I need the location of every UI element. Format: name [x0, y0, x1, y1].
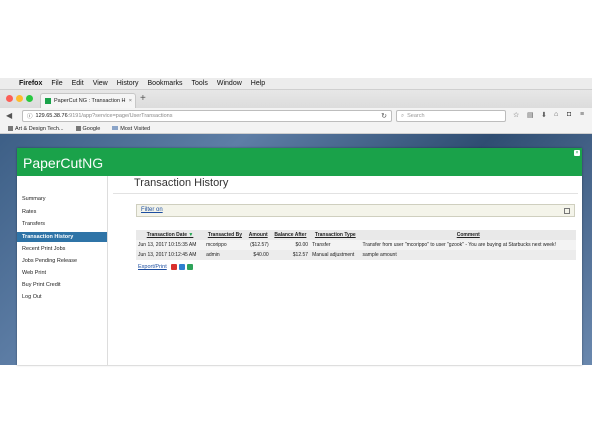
page-title: Transaction History	[134, 177, 229, 189]
bookmark-google[interactable]: Google	[75, 125, 101, 132]
table-header-row: Transaction Date ▼ Transacted By Amount …	[136, 230, 576, 240]
cell-date: Jun 13, 2017 10:12:45 AM	[136, 250, 205, 260]
bookmark-art-design[interactable]: Art & Design Tech...	[8, 126, 64, 132]
search-input[interactable]: ⌕ Search	[396, 110, 506, 122]
table-row: Jun 13, 2017 10:15:35 AM mcorippo ($12.5…	[136, 240, 576, 250]
cell-type: Transfer	[310, 240, 361, 250]
logo-suffix: NG	[82, 155, 104, 171]
bookmark-label: Art & Design Tech...	[15, 125, 64, 132]
header-close-icon[interactable]: ×	[574, 150, 580, 156]
col-amount[interactable]: Amount	[245, 230, 271, 240]
csv-export-icon[interactable]	[187, 264, 193, 270]
url-field[interactable]: ⓘ 129.65.38.76:9191/app?service=page/Use…	[22, 110, 392, 122]
html-export-icon[interactable]	[179, 264, 185, 270]
cell-comment: Transfer from user "mcorippo" to user "g…	[360, 240, 576, 250]
new-tab-button[interactable]: +	[140, 93, 146, 104]
bookmark-label: Most Visited	[120, 125, 151, 132]
tab-title: PaperCut NG : Transaction H	[54, 98, 126, 104]
cell-user: admin	[204, 250, 246, 260]
menu-help[interactable]: Help	[251, 80, 265, 87]
info-icon[interactable]: ⓘ	[27, 112, 33, 120]
filter-on-link[interactable]: Filter on	[141, 207, 163, 213]
bookmark-favicon-icon	[8, 125, 13, 131]
sidebar-item-transfers[interactable]: Transfers	[22, 221, 45, 227]
menu-file[interactable]: File	[51, 80, 62, 87]
tab-papercut[interactable]: PaperCut NG : Transaction H ×	[40, 93, 136, 108]
close-window-icon[interactable]	[6, 95, 13, 102]
sidebar-item-rates[interactable]: Rates	[22, 209, 36, 215]
col-transacted-by[interactable]: Transacted By	[204, 230, 246, 240]
cell-balance: $12.57	[270, 250, 311, 260]
filter-toggle-icon[interactable]	[564, 208, 570, 214]
search-placeholder: Search	[407, 113, 425, 119]
home-icon[interactable]: ⌂	[554, 111, 558, 118]
title-divider	[113, 193, 578, 194]
navigation-bar: ◀ ⓘ 129.65.38.76:9191/app?service=page/U…	[0, 108, 592, 125]
menu-window[interactable]: Window	[217, 80, 242, 87]
pocket-icon[interactable]: ◘	[567, 111, 571, 118]
tab-bar: PaperCut NG : Transaction H × +	[0, 90, 592, 109]
bookmarks-bar: Art & Design Tech... Google Most Visited	[0, 124, 592, 134]
zoom-window-icon[interactable]	[26, 95, 33, 102]
cell-amount: $40.00	[245, 250, 271, 260]
papercut-page: PaperCutNG × Summary Rates Transfers Tra…	[17, 148, 582, 365]
bookmark-most-visited[interactable]: Most Visited	[112, 126, 150, 132]
menu-app-firefox[interactable]: Firefox	[19, 80, 42, 87]
reload-icon[interactable]: ↻	[381, 112, 387, 120]
reading-list-icon[interactable]: ▤	[527, 111, 534, 119]
google-favicon-icon	[75, 125, 81, 131]
papercut-favicon-icon	[45, 98, 51, 104]
cell-date: Jun 13, 2017 10:15:35 AM	[136, 240, 205, 250]
sidebar-item-jobs-pending-release[interactable]: Jobs Pending Release	[22, 258, 77, 264]
cell-type: Manual adjustment	[310, 250, 361, 260]
col-transaction-date[interactable]: Transaction Date ▼	[136, 230, 205, 240]
header-label: Transaction Date	[146, 232, 188, 238]
col-transaction-type[interactable]: Transaction Type	[310, 230, 361, 240]
sort-down-icon: ▼	[188, 232, 194, 238]
sidebar-item-summary[interactable]: Summary	[22, 196, 46, 202]
url-host: 129.65.38.76	[35, 113, 68, 119]
menu-bookmarks[interactable]: Bookmarks	[148, 80, 183, 87]
menu-icon[interactable]: ≡	[580, 111, 584, 118]
sidebar-item-buy-print-credit[interactable]: Buy Print Credit	[22, 282, 61, 288]
cell-amount: ($12.57)	[245, 240, 271, 250]
filter-panel: Filter on	[136, 204, 575, 217]
pdf-export-icon[interactable]	[171, 264, 177, 270]
menu-tools[interactable]: Tools	[192, 80, 208, 87]
menu-edit[interactable]: Edit	[72, 80, 84, 87]
menu-view[interactable]: View	[93, 80, 108, 87]
bookmark-label: Google	[82, 125, 101, 132]
back-icon[interactable]: ◀	[6, 111, 12, 120]
search-icon: ⌕	[401, 112, 405, 119]
cell-comment: sample amount	[360, 250, 576, 260]
sidebar-item-transaction-history[interactable]: Transaction History	[17, 232, 107, 242]
papercut-header: PaperCutNG ×	[17, 148, 582, 176]
col-comment[interactable]: Comment	[360, 230, 576, 240]
transactions-table: Transaction Date ▼ Transacted By Amount …	[136, 230, 576, 260]
bookmark-star-icon[interactable]: ☆	[513, 111, 519, 119]
sidebar-item-web-print[interactable]: Web Print	[22, 270, 46, 276]
papercut-logo: PaperCutNG	[23, 155, 103, 171]
menu-history[interactable]: History	[117, 80, 139, 87]
minimize-window-icon[interactable]	[16, 95, 23, 102]
sidebar-item-recent-print-jobs[interactable]: Recent Print Jobs	[22, 246, 65, 252]
mac-menubar: Firefox File Edit View History Bookmarks…	[0, 78, 592, 90]
sidebar-item-log-out[interactable]: Log Out	[22, 294, 42, 300]
download-icon[interactable]: ⬇	[541, 111, 547, 119]
sidebar: Summary Rates Transfers Transaction Hist…	[17, 176, 108, 365]
col-balance-after[interactable]: Balance After	[270, 230, 311, 240]
logo-text: PaperCut	[23, 155, 83, 171]
tab-close-icon[interactable]: ×	[129, 98, 132, 104]
cell-balance: $0.00	[270, 240, 311, 250]
url-path: :9191/app?service=page/UserTransactions	[67, 113, 173, 119]
export-print-link[interactable]: Export/Print	[138, 264, 167, 270]
cell-user: mcorippo	[204, 240, 246, 250]
table-row: Jun 13, 2017 10:12:45 AM admin $40.00 $1…	[136, 250, 576, 260]
folder-icon	[112, 126, 119, 131]
